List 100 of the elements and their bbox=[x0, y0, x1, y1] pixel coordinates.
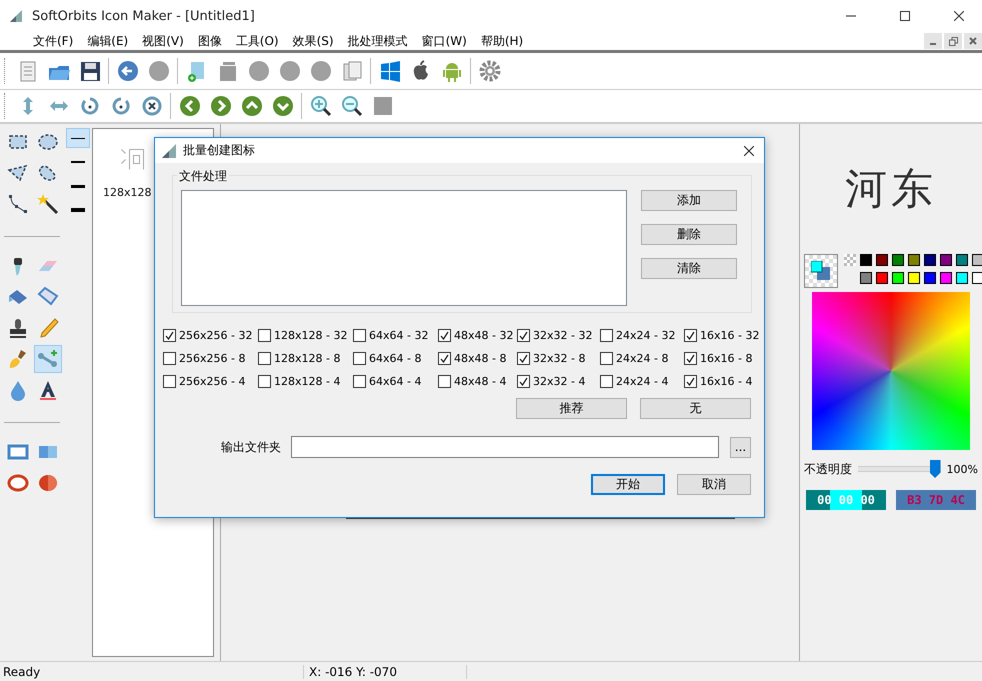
size-checkbox[interactable]: 16x16 - 32 bbox=[684, 326, 764, 344]
text-tool-icon bbox=[37, 379, 59, 401]
color-swatch[interactable] bbox=[860, 254, 872, 266]
checkbox-box[interactable] bbox=[163, 374, 176, 388]
close-icon bbox=[969, 37, 977, 45]
circle-icon bbox=[278, 60, 300, 82]
current-colors-swatch[interactable] bbox=[804, 254, 838, 288]
checkbox-box[interactable] bbox=[600, 374, 613, 388]
close-icon bbox=[954, 11, 964, 21]
cursor-coordinates: X: -016 Y: -070 bbox=[303, 664, 466, 678]
checkbox-label: 128x128 - 4 bbox=[274, 374, 340, 388]
color-swatch[interactable] bbox=[908, 254, 920, 266]
child-minimize-button[interactable] bbox=[924, 33, 942, 49]
checkbox-box[interactable] bbox=[163, 352, 176, 364]
size-checkbox[interactable]: 24x24 - 8 bbox=[600, 349, 684, 367]
checkbox-label: 48x48 - 8 bbox=[454, 352, 506, 364]
checkbox-box[interactable] bbox=[163, 328, 176, 342]
file-list[interactable] bbox=[181, 190, 627, 306]
size-checkbox[interactable]: 16x16 - 8 bbox=[684, 349, 764, 367]
checkbox-box[interactable] bbox=[353, 352, 366, 364]
color-swatch[interactable] bbox=[972, 272, 982, 284]
file-action-button[interactable]: 清除 bbox=[641, 258, 737, 279]
menu-item[interactable]: 帮助(H) bbox=[474, 32, 530, 50]
checkbox-box[interactable] bbox=[353, 374, 366, 388]
color-swatch[interactable] bbox=[924, 254, 936, 266]
size-checkbox[interactable]: 48x48 - 8 bbox=[438, 349, 517, 367]
size-checkbox[interactable]: 48x48 - 32 bbox=[438, 326, 517, 344]
transparent-swatch[interactable] bbox=[844, 254, 856, 266]
color-swatch[interactable] bbox=[876, 254, 888, 266]
menu-item[interactable]: 效果(S) bbox=[286, 32, 341, 50]
checkbox-box[interactable] bbox=[517, 328, 530, 342]
color-swatch[interactable] bbox=[892, 272, 904, 284]
android-logo-icon bbox=[440, 60, 462, 82]
color-swatch[interactable] bbox=[956, 254, 968, 266]
preset-button[interactable]: 推荐 bbox=[516, 398, 627, 419]
square-icon bbox=[372, 95, 394, 117]
color-swatch[interactable] bbox=[892, 254, 904, 266]
size-checkbox[interactable]: 24x24 - 32 bbox=[600, 326, 684, 344]
color-picker-gradient[interactable] bbox=[812, 292, 970, 450]
menu-item[interactable]: 批处理模式 bbox=[340, 32, 415, 50]
check-icon bbox=[440, 354, 449, 362]
checkbox-box[interactable] bbox=[684, 374, 697, 388]
size-checkbox[interactable]: 32x32 - 4 bbox=[517, 372, 600, 390]
file-action-button[interactable]: 添加 bbox=[641, 190, 737, 211]
color-swatch[interactable] bbox=[908, 272, 920, 284]
size-checkbox[interactable]: 32x32 - 32 bbox=[517, 326, 600, 344]
color-swatch[interactable] bbox=[860, 272, 872, 284]
menu-item[interactable]: 窗口(W) bbox=[414, 32, 474, 50]
checkbox-box[interactable] bbox=[353, 328, 366, 342]
cancel-button[interactable]: 取消 bbox=[677, 474, 751, 495]
browse-button[interactable]: ... bbox=[730, 436, 751, 458]
preset-button[interactable]: 无 bbox=[640, 398, 751, 419]
checkbox-box[interactable] bbox=[600, 328, 613, 342]
color-swatch[interactable] bbox=[940, 254, 952, 266]
color-swatch[interactable] bbox=[940, 272, 952, 284]
checkbox-box[interactable] bbox=[684, 352, 697, 364]
checkbox-box[interactable] bbox=[438, 328, 451, 342]
size-checkbox[interactable]: 128x128 - 8 bbox=[258, 349, 353, 367]
menu-item[interactable]: 编辑(E) bbox=[80, 32, 136, 50]
color-swatch[interactable] bbox=[956, 272, 968, 284]
checkbox-box[interactable] bbox=[438, 374, 451, 388]
size-checkbox[interactable]: 16x16 - 4 bbox=[684, 372, 764, 390]
child-restore-button[interactable] bbox=[944, 33, 962, 49]
checkbox-box[interactable] bbox=[258, 328, 271, 342]
checkbox-box[interactable] bbox=[517, 352, 530, 364]
size-checkbox[interactable]: 256x256 - 32 bbox=[163, 326, 258, 344]
menu-item[interactable]: 视图(V) bbox=[135, 32, 191, 50]
color-swatch[interactable] bbox=[924, 272, 936, 284]
color-swatch[interactable] bbox=[972, 254, 982, 266]
line-width-option[interactable] bbox=[66, 128, 90, 148]
checkbox-box[interactable] bbox=[438, 352, 451, 364]
checkbox-box[interactable] bbox=[600, 352, 613, 364]
size-checkbox[interactable]: 64x64 - 4 bbox=[353, 372, 438, 390]
size-checkbox[interactable]: 128x128 - 32 bbox=[258, 326, 353, 344]
size-checkbox[interactable]: 128x128 - 4 bbox=[258, 372, 353, 390]
rotate-right-icon bbox=[110, 95, 132, 117]
size-checkbox[interactable]: 256x256 - 4 bbox=[163, 372, 258, 390]
color-value-field[interactable]: 00 00 00 bbox=[806, 490, 886, 510]
menu-item[interactable]: 文件(F) bbox=[26, 32, 80, 50]
menu-item[interactable]: 工具(O) bbox=[228, 32, 286, 50]
checkbox-label: 64x64 - 8 bbox=[369, 352, 422, 364]
size-checkbox[interactable]: 64x64 - 8 bbox=[353, 349, 438, 367]
output-folder-field[interactable] bbox=[291, 436, 719, 458]
size-checkbox[interactable]: 24x24 - 4 bbox=[600, 372, 684, 390]
node-line-tool[interactable] bbox=[34, 345, 62, 373]
file-action-button[interactable]: 删除 bbox=[641, 224, 737, 245]
checkbox-box[interactable] bbox=[258, 352, 271, 364]
checkbox-box[interactable] bbox=[258, 374, 271, 388]
start-button[interactable]: 开始 bbox=[591, 474, 665, 495]
checkbox-label: 24x24 - 32 bbox=[616, 328, 676, 342]
size-checkbox[interactable]: 256x256 - 8 bbox=[163, 349, 258, 367]
child-close-button[interactable] bbox=[964, 33, 982, 49]
size-checkbox[interactable]: 64x64 - 32 bbox=[353, 326, 438, 344]
size-checkbox[interactable]: 48x48 - 4 bbox=[438, 372, 517, 390]
checkbox-box[interactable] bbox=[684, 328, 697, 342]
menu-item[interactable]: 图像 bbox=[190, 32, 229, 50]
checkbox-box[interactable] bbox=[517, 374, 530, 388]
color-swatch[interactable] bbox=[876, 272, 888, 284]
slider-thumb[interactable] bbox=[930, 460, 941, 478]
size-checkbox[interactable]: 32x32 - 8 bbox=[517, 349, 600, 367]
